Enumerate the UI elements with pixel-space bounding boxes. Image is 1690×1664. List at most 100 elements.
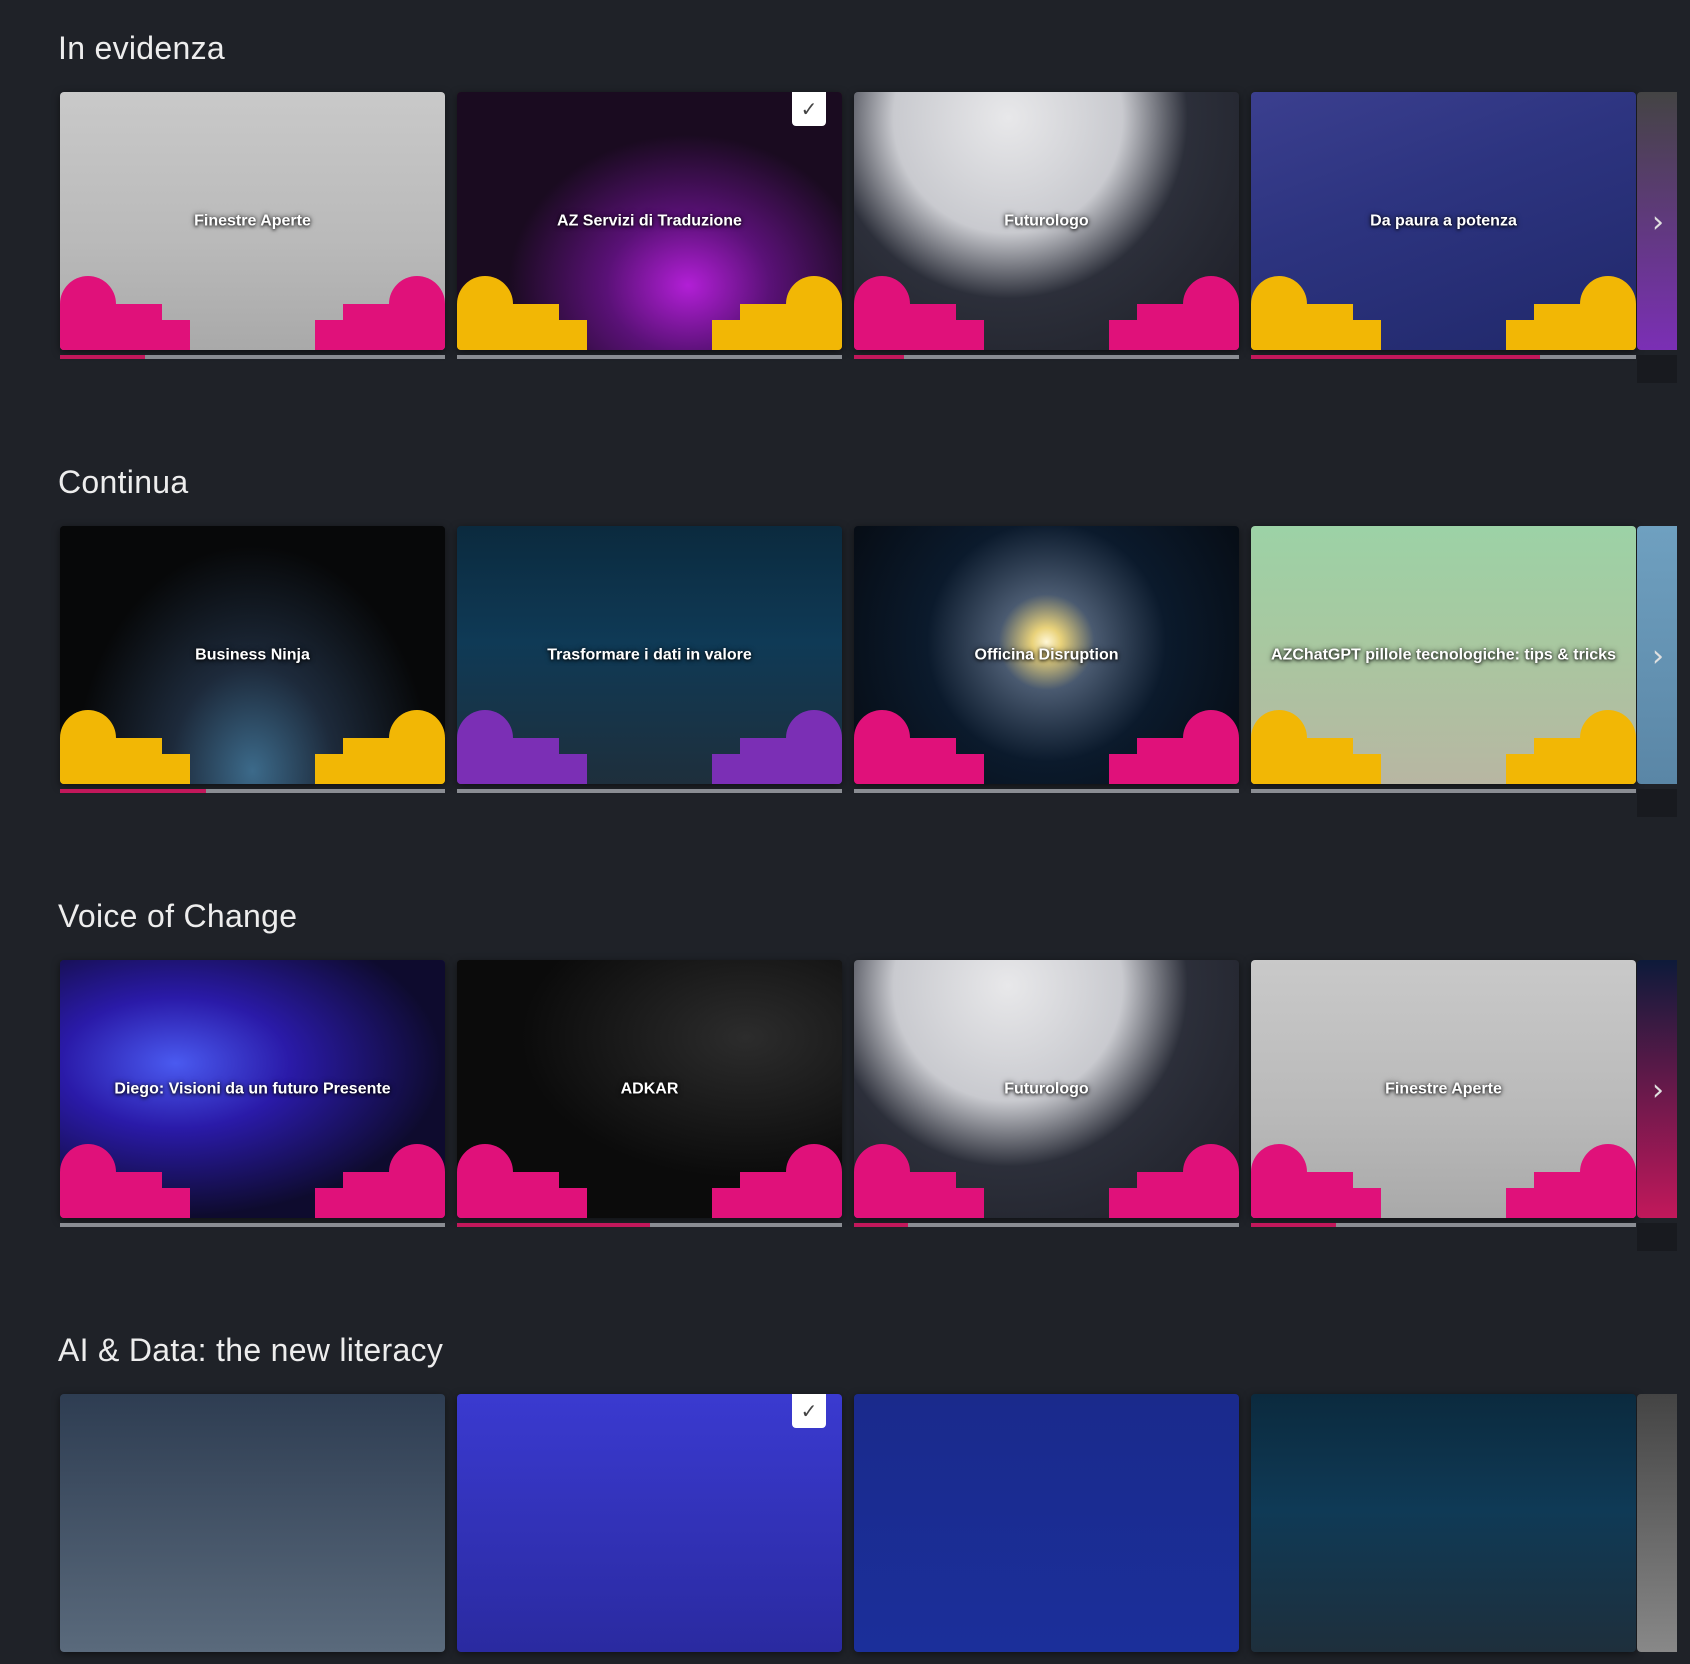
card-thumbnail [1251,1394,1636,1652]
carousel-row: Business Ninja Trasformare i dati in val… [60,526,1690,817]
course-card[interactable]: AZChatGPT pillole tecnologiche: tips & t… [1251,526,1636,784]
progress-fill [60,789,207,793]
course-card[interactable]: Finestre Aperte [1251,960,1636,1218]
card-title: Da paura a potenza [1370,212,1517,230]
cloud-decoration-icon [854,276,984,350]
card-thumbnail [457,1394,842,1652]
card-title: Officina Disruption [974,646,1119,664]
card-title: Futurologo [1004,212,1089,230]
course-card[interactable]: Futurologo [854,960,1239,1218]
course-card[interactable]: Finestre Aperte [60,92,445,350]
cloud-decoration-left [457,260,587,350]
cloud-decoration-icon [1506,710,1636,784]
cloud-decoration-icon [1109,710,1239,784]
cloud-decoration-left [60,260,190,350]
progress-bar [854,789,1239,793]
progress-bar [1251,355,1636,359]
section-3: Voice of Change Diego: Visioni da un fut… [0,898,1690,1251]
course-card[interactable]: ADKAR [457,960,842,1218]
progress-fill [457,1223,650,1227]
section-title: AI & Data: the new literacy [58,1332,444,1368]
course-card[interactable]: Officina Disruption [854,526,1239,784]
section-2: Continua Business Ninja Trasformare i da… [0,464,1690,817]
card-title: Futurologo [1004,1080,1089,1098]
section-title: Continua [58,464,189,500]
course-card[interactable] [60,1394,445,1652]
progress-fill [60,355,145,359]
cloud-decoration-icon [712,276,842,350]
cloud-decoration-right [712,260,842,350]
cloud-decoration-icon [457,276,587,350]
cloud-decoration-left [854,694,984,784]
cloud-decoration-icon [457,1144,587,1218]
cloud-decoration-left [854,260,984,350]
carousel-row: ✓ [60,1394,1690,1664]
course-card[interactable]: Futurologo [854,92,1239,350]
cloud-decoration-right [1109,694,1239,784]
cloud-decoration-right [712,1128,842,1218]
progress-bar [457,355,842,359]
course-card[interactable]: ✓ [457,1394,842,1652]
card-title: ADKAR [620,1080,679,1098]
cloud-decoration-right [1109,260,1239,350]
section-title: Voice of Change [58,898,298,934]
course-card[interactable]: Business Ninja [60,526,445,784]
chevron-right-icon[interactable]: › [1642,192,1674,252]
carousel-shadow [1637,355,1677,383]
progress-bar [457,789,842,793]
progress-bar [60,1223,445,1227]
cloud-decoration-icon [315,1144,445,1218]
card-thumbnail [60,1394,445,1652]
cloud-decoration-icon [315,276,445,350]
progress-bar [854,355,1239,359]
progress-bar [1251,1223,1636,1227]
cloud-decoration-left [60,694,190,784]
cloud-decoration-right [712,694,842,784]
chevron-right-icon[interactable]: › [1642,626,1674,686]
course-card[interactable]: AZ Servizi di Traduzione ✓ [457,92,842,350]
card-title: Diego: Visioni da un futuro Presente [114,1080,391,1098]
carousel-row: Diego: Visioni da un futuro Presente ADK… [60,960,1690,1251]
progress-fill [854,1223,908,1227]
cloud-decoration-icon [1109,1144,1239,1218]
carousel-shadow [1637,789,1677,817]
chevron-right-icon[interactable]: › [1642,1060,1674,1120]
cloud-decoration-icon [1109,276,1239,350]
cloud-decoration-icon [712,710,842,784]
cloud-decoration-right [315,694,445,784]
carousel-row: Finestre Aperte AZ Servizi di Traduzione… [60,92,1690,383]
cloud-decoration-icon [60,276,190,350]
next-card-preview[interactable] [1637,1394,1677,1652]
card-title: Finestre Aperte [194,212,311,230]
progress-bar [1251,789,1636,793]
course-card[interactable] [854,1394,1239,1652]
card-title: AZ Servizi di Traduzione [557,212,742,230]
cloud-decoration-left [60,1128,190,1218]
cloud-decoration-left [1251,694,1381,784]
course-card[interactable]: Da paura a potenza [1251,92,1636,350]
card-title: Trasformare i dati in valore [547,646,752,664]
course-card[interactable]: Diego: Visioni da un futuro Presente [60,960,445,1218]
cloud-decoration-icon [315,710,445,784]
cloud-decoration-icon [457,710,587,784]
cloud-decoration-icon [60,710,190,784]
card-thumbnail [854,1394,1239,1652]
cloud-decoration-icon [854,710,984,784]
cloud-decoration-icon [1251,1144,1381,1218]
carousel-shadow [1637,1223,1677,1251]
cloud-decoration-left [1251,260,1381,350]
cloud-decoration-icon [60,1144,190,1218]
cloud-decoration-right [1506,260,1636,350]
cloud-decoration-right [1506,694,1636,784]
course-card[interactable] [1251,1394,1636,1652]
card-title: Business Ninja [195,646,310,664]
cloud-decoration-icon [1506,276,1636,350]
progress-bar [854,1223,1239,1227]
card-title: AZChatGPT pillole tecnologiche: tips & t… [1271,646,1616,664]
course-card[interactable]: Trasformare i dati in valore [457,526,842,784]
progress-fill [1251,1223,1336,1227]
cloud-decoration-right [1506,1128,1636,1218]
card-title: Finestre Aperte [1385,1080,1502,1098]
cloud-decoration-right [1109,1128,1239,1218]
completed-check-icon: ✓ [792,92,826,126]
